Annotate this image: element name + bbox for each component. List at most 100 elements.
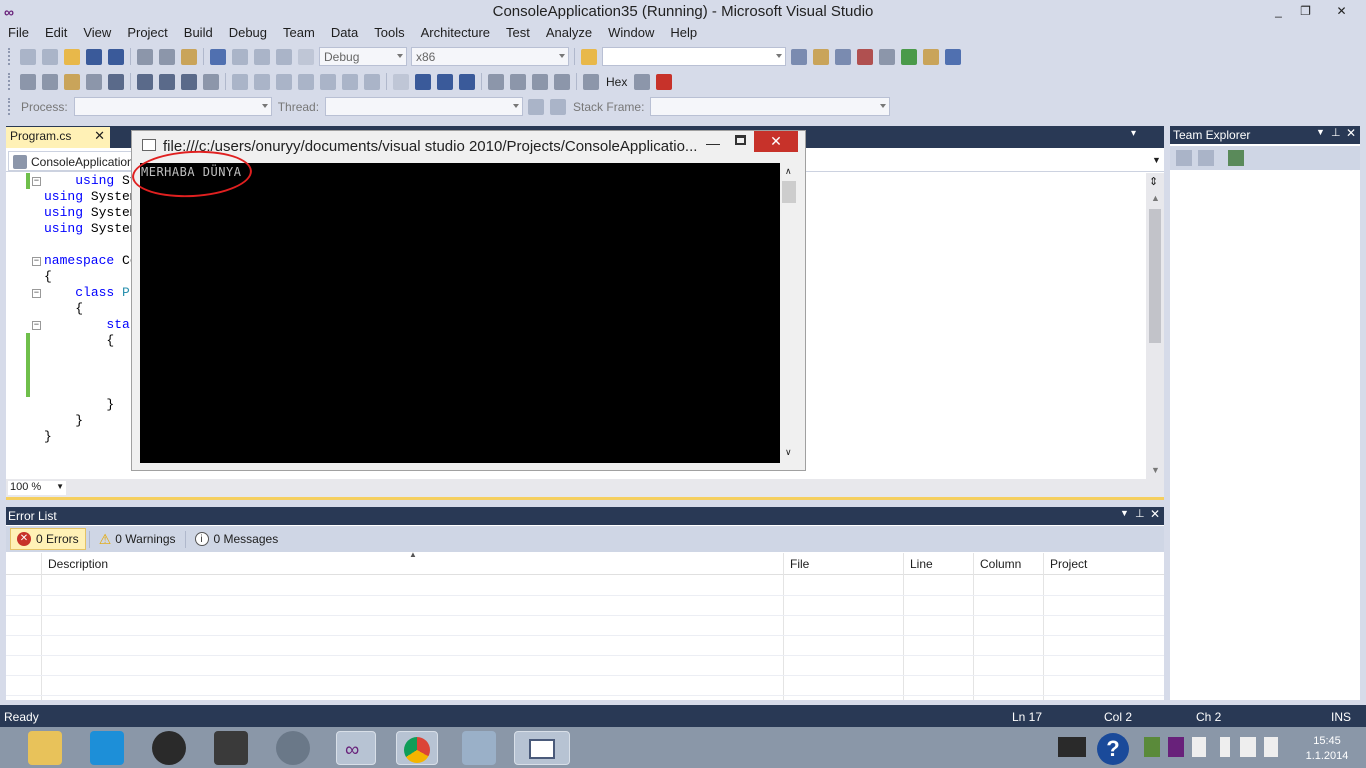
indent-icon[interactable]	[137, 73, 153, 90]
menu-tools[interactable]: Tools	[366, 22, 412, 42]
console-maximize-button[interactable]	[735, 135, 746, 145]
continue-icon[interactable]	[393, 73, 409, 90]
collapse-icon[interactable]: −	[32, 321, 41, 330]
keyboard-icon[interactable]	[1058, 737, 1086, 757]
add-item-icon[interactable]	[42, 48, 58, 65]
quick-watch-icon[interactable]	[583, 73, 599, 90]
solution-explorer-icon[interactable]	[791, 48, 807, 65]
quick-info-icon[interactable]	[64, 73, 80, 90]
column-project[interactable]: Project	[1050, 557, 1087, 571]
step-out-icon[interactable]	[554, 73, 570, 90]
bookmark-prev-icon[interactable]	[232, 73, 248, 90]
stop-debugging-icon[interactable]	[437, 73, 453, 90]
restore-button[interactable]: ❐	[1292, 0, 1319, 22]
parameter-info-icon[interactable]	[42, 73, 58, 90]
menu-analyze[interactable]: Analyze	[538, 22, 600, 42]
redo-icon[interactable]	[232, 48, 248, 65]
warnings-filter-button[interactable]: ⚠ 0 Warnings	[93, 528, 182, 551]
panel-dropdown-icon[interactable]: ▼	[1120, 508, 1129, 518]
toolbar-grip[interactable]	[8, 48, 12, 65]
menu-data[interactable]: Data	[323, 22, 366, 42]
panel-close-icon[interactable]: ✕	[1150, 507, 1160, 521]
toolbar-grip[interactable]	[8, 73, 12, 90]
console-output-area[interactable]: MERHABA DÜNYA	[140, 163, 780, 463]
console-scroll-down-icon[interactable]: ∨	[785, 447, 792, 458]
menu-project[interactable]: Project	[119, 22, 175, 42]
hp-icon[interactable]	[276, 731, 310, 765]
tray-vs-icon[interactable]	[1168, 737, 1184, 757]
console-taskbar-icon[interactable]	[514, 731, 570, 765]
navigate-forward-icon[interactable]	[276, 48, 292, 65]
close-tab-icon[interactable]: ✕	[94, 128, 105, 144]
collapse-icon[interactable]: −	[32, 257, 41, 266]
uncomment-icon[interactable]	[181, 73, 197, 90]
column-line[interactable]: Line	[910, 557, 933, 571]
find-in-files-icon[interactable]	[581, 48, 597, 65]
start-debug-icon[interactable]	[298, 48, 314, 65]
tab-overflow-icon[interactable]: ▾	[1131, 128, 1136, 139]
connect-icon[interactable]	[1228, 150, 1244, 166]
solution-config-select[interactable]: Debug	[319, 47, 407, 66]
colorful-app-icon[interactable]	[214, 731, 248, 765]
show-threads-icon[interactable]	[634, 73, 651, 90]
outdent-icon[interactable]	[108, 73, 124, 90]
close-button[interactable]: ✕	[1319, 0, 1364, 22]
errors-filter-button[interactable]: ✕ 0 Errors	[10, 528, 86, 550]
process-select[interactable]	[73, 97, 272, 116]
save-icon[interactable]	[86, 48, 102, 65]
bookmark-next-icon[interactable]	[254, 73, 270, 90]
scroll-down-icon[interactable]: ▼	[1151, 465, 1160, 475]
console-scroll-up-icon[interactable]: ∧	[785, 166, 792, 177]
help-icon[interactable]: ?	[1097, 733, 1129, 765]
pin-icon[interactable]: ⊥	[1135, 507, 1145, 520]
word-complete-icon[interactable]	[86, 73, 102, 90]
stack-frame-select[interactable]	[650, 97, 891, 116]
toolbar-grip[interactable]	[8, 98, 12, 115]
editor-vertical-scrollbar[interactable]: ⇕ ▲ ▼	[1146, 173, 1164, 479]
volume-icon[interactable]	[1264, 737, 1278, 757]
menu-debug[interactable]: Debug	[221, 22, 275, 42]
console-scroll-thumb[interactable]	[782, 181, 796, 203]
copy-icon[interactable]	[159, 48, 175, 65]
bookmark-toggle-icon[interactable]	[320, 73, 336, 90]
hex-toggle[interactable]: Hex	[606, 75, 627, 89]
open-file-icon[interactable]	[64, 48, 80, 65]
battery-icon[interactable]	[1220, 737, 1230, 757]
visual-studio-taskbar-icon[interactable]: ∞	[336, 731, 376, 765]
console-close-button[interactable]: ✕	[754, 131, 798, 152]
member-list-icon[interactable]	[20, 73, 36, 90]
messages-filter-button[interactable]: i 0 Messages	[189, 529, 285, 549]
start-page-icon[interactable]	[901, 48, 917, 65]
extension-manager-icon[interactable]	[879, 48, 895, 65]
column-file[interactable]: File	[790, 557, 809, 571]
step-over-icon[interactable]	[532, 73, 548, 90]
tab-program-cs[interactable]: Program.cs ✕	[6, 127, 110, 148]
editor-horizontal-scrollbar[interactable]: 100 % ▼	[6, 479, 1164, 497]
toggle-flag-icon[interactable]	[528, 98, 545, 115]
paste-icon[interactable]	[181, 48, 197, 65]
menu-team[interactable]: Team	[275, 22, 323, 42]
team-explorer-icon[interactable]	[923, 48, 939, 65]
collapse-icon[interactable]: −	[32, 289, 41, 298]
split-handle-icon[interactable]: ⇕	[1149, 175, 1158, 188]
bookmark-clear-icon[interactable]	[276, 73, 292, 90]
menu-test[interactable]: Test	[498, 22, 538, 42]
column-description[interactable]: Description	[48, 557, 108, 571]
minimize-button[interactable]: _	[1265, 0, 1292, 22]
find-symbol-icon[interactable]	[364, 73, 380, 90]
toolbox-icon[interactable]	[857, 48, 873, 65]
bookmark-folder-icon[interactable]	[298, 73, 314, 90]
navigate-back-icon[interactable]	[254, 48, 270, 65]
column-column[interactable]: Column	[980, 557, 1021, 571]
clock[interactable]: 15:45 1.1.2014	[1302, 734, 1352, 764]
tray-app-icon[interactable]	[1144, 737, 1160, 757]
refresh-icon[interactable]	[1176, 150, 1192, 166]
menu-view[interactable]: View	[75, 22, 119, 42]
media-player-icon[interactable]	[152, 731, 186, 765]
cut-icon[interactable]	[137, 48, 153, 65]
bookmark-icon[interactable]	[203, 73, 219, 90]
step-into-icon[interactable]	[510, 73, 526, 90]
types-dropdown[interactable]: ConsoleApplication	[8, 151, 138, 171]
file-explorer-icon[interactable]	[28, 731, 62, 765]
object-browser-icon[interactable]	[835, 48, 851, 65]
